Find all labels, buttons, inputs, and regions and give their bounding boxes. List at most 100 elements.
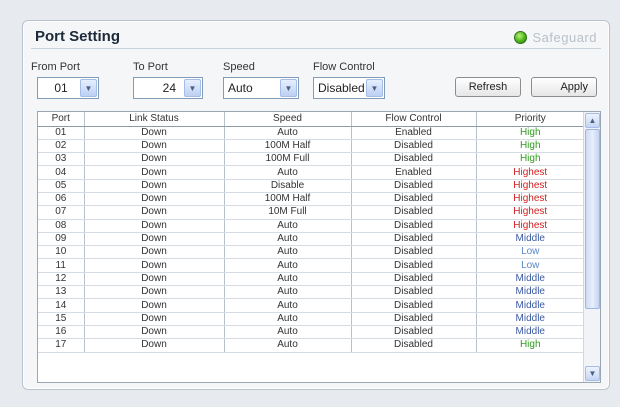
table-row[interactable]: 15 Down Auto Disabled Middle: [38, 312, 584, 326]
link-status-cell: Down: [84, 245, 225, 260]
flow-control-cell: Disabled: [351, 205, 477, 220]
flow-control-cell: Enabled: [351, 126, 477, 140]
speed-cell: Auto: [224, 325, 352, 340]
flow-control-cell: Disabled: [351, 258, 477, 273]
port-cell: 15: [38, 312, 85, 326]
port-cell: 14: [38, 298, 85, 313]
priority-cell: Highest: [476, 179, 584, 193]
flow-control-cell: Disabled: [351, 272, 477, 287]
flow-control-cell: Disabled: [351, 139, 477, 154]
link-status-cell: Down: [84, 285, 225, 300]
flow-control-cell: Disabled: [351, 232, 477, 247]
port-cell: 17: [38, 338, 85, 353]
column-header-port: Port: [38, 112, 85, 127]
priority-cell: Low: [476, 258, 584, 273]
priority-cell: Middle: [476, 312, 584, 326]
port-cell: 09: [38, 232, 85, 247]
flow-control-cell: Disabled: [351, 312, 477, 326]
speed-label: Speed: [223, 61, 255, 73]
table-row[interactable]: 03 Down 100M Full Disabled High: [38, 152, 584, 167]
port-cell: 10: [38, 245, 85, 260]
table-row[interactable]: 05 Down Disable Disabled Highest: [38, 179, 584, 193]
from-port-value: 01: [54, 81, 68, 95]
from-port-select[interactable]: 01 ▼: [37, 77, 99, 99]
table-row[interactable]: 16 Down Auto Disabled Middle: [38, 325, 584, 340]
port-cell: 16: [38, 325, 85, 340]
to-port-label: To Port: [133, 61, 168, 73]
vertical-scrollbar[interactable]: ▲ ▼: [583, 112, 600, 382]
link-status-cell: Down: [84, 192, 225, 207]
link-status-cell: Down: [84, 325, 225, 340]
arrow-down-icon[interactable]: ▼: [585, 366, 600, 381]
speed-cell: 100M Full: [224, 152, 352, 167]
speed-cell: Auto: [224, 232, 352, 247]
speed-cell: Auto: [224, 165, 352, 180]
link-status-cell: Down: [84, 139, 225, 154]
to-port-select[interactable]: 24 ▼: [133, 77, 203, 99]
port-cell: 08: [38, 219, 85, 233]
flow-control-cell: Disabled: [351, 285, 477, 300]
speed-cell: 100M Half: [224, 192, 352, 207]
table-row[interactable]: 06 Down 100M Half Disabled Highest: [38, 192, 584, 207]
apply-button[interactable]: Apply: [531, 77, 597, 97]
speed-cell: 10M Full: [224, 205, 352, 220]
priority-cell: Middle: [476, 272, 584, 287]
link-status-cell: Down: [84, 165, 225, 180]
table-row[interactable]: 04 Down Auto Enabled Highest: [38, 165, 584, 180]
priority-cell: High: [476, 139, 584, 154]
flow-control-select[interactable]: Disabled ▼: [313, 77, 385, 99]
chevron-down-icon[interactable]: ▼: [80, 79, 97, 97]
chevron-down-icon[interactable]: ▼: [184, 79, 201, 97]
column-header-priority: Priority: [476, 112, 584, 127]
scrollbar-thumb[interactable]: [585, 129, 600, 309]
speed-cell: Auto: [224, 312, 352, 326]
port-cell: 12: [38, 272, 85, 287]
port-table: Port Link Status Speed Flow Control Prio…: [38, 112, 584, 353]
to-port-value: 24: [162, 81, 176, 95]
table-row[interactable]: 01 Down Auto Enabled High: [38, 126, 584, 140]
port-cell: 05: [38, 179, 85, 193]
port-cell: 01: [38, 126, 85, 140]
port-table-body: 01 Down Auto Enabled High 02 Down 100M Half Disa…: [38, 126, 584, 353]
chevron-down-icon[interactable]: ▼: [366, 79, 383, 97]
speed-cell: Auto: [224, 338, 352, 353]
speed-select[interactable]: Auto ▼: [223, 77, 299, 99]
table-row[interactable]: 09 Down Auto Disabled Middle: [38, 232, 584, 247]
chevron-down-icon[interactable]: ▼: [280, 79, 297, 97]
flow-control-cell: Disabled: [351, 338, 477, 353]
table-row[interactable]: 11 Down Auto Disabled Low: [38, 258, 584, 273]
priority-cell: Middle: [476, 285, 584, 300]
flow-control-cell: Disabled: [351, 192, 477, 207]
table-row[interactable]: 13 Down Auto Disabled Middle: [38, 285, 584, 300]
arrow-up-icon[interactable]: ▲: [585, 113, 600, 128]
table-row[interactable]: 12 Down Auto Disabled Middle: [38, 272, 584, 287]
table-row[interactable]: 08 Down Auto Disabled Highest: [38, 219, 584, 233]
speed-cell: Auto: [224, 298, 352, 313]
table-row[interactable]: 10 Down Auto Disabled Low: [38, 245, 584, 260]
table-row[interactable]: 07 Down 10M Full Disabled Highest: [38, 205, 584, 220]
link-status-cell: Down: [84, 126, 225, 140]
port-cell: 13: [38, 285, 85, 300]
speed-cell: 100M Half: [224, 139, 352, 154]
table-row[interactable]: 02 Down 100M Half Disabled High: [38, 139, 584, 154]
flow-control-cell: Disabled: [351, 245, 477, 260]
priority-cell: High: [476, 126, 584, 140]
speed-cell: Auto: [224, 272, 352, 287]
from-port-label: From Port: [31, 61, 80, 73]
link-status-cell: Down: [84, 258, 225, 273]
port-cell: 07: [38, 205, 85, 220]
table-row[interactable]: 17 Down Auto Disabled High: [38, 338, 584, 353]
refresh-button[interactable]: Refresh: [455, 77, 521, 97]
priority-cell: Middle: [476, 298, 584, 313]
title-bar: Port Setting Safeguard: [31, 27, 601, 49]
link-status-cell: Down: [84, 205, 225, 220]
column-header-speed: Speed: [224, 112, 352, 127]
flow-control-cell: Disabled: [351, 219, 477, 233]
flow-control-cell: Disabled: [351, 325, 477, 340]
port-cell: 02: [38, 139, 85, 154]
flow-control-cell: Enabled: [351, 165, 477, 180]
table-row[interactable]: 14 Down Auto Disabled Middle: [38, 298, 584, 313]
link-status-cell: Down: [84, 272, 225, 287]
link-status-cell: Down: [84, 232, 225, 247]
speed-cell: Auto: [224, 245, 352, 260]
